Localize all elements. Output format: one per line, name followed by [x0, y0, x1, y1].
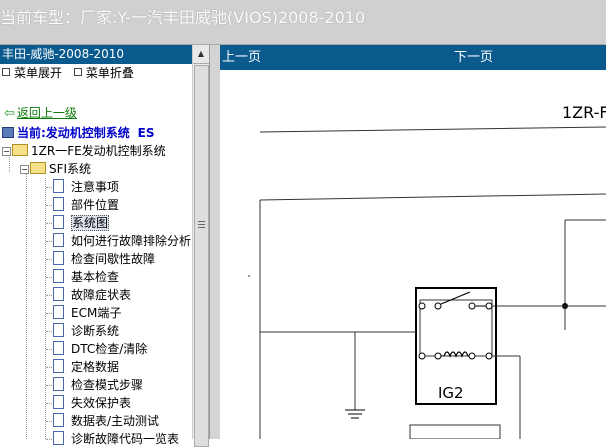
- document-icon: [53, 305, 64, 319]
- relay-label: IG2: [438, 384, 464, 402]
- tree-item-label: 数据表/主动测试: [71, 414, 160, 428]
- document-icon: [53, 431, 64, 445]
- document-icon: [53, 413, 64, 427]
- scrollbar-thumb[interactable]: [194, 65, 209, 447]
- document-icon: [53, 179, 64, 193]
- tree-item-label: 诊断故障代码一览表: [71, 432, 180, 446]
- tree-item[interactable]: ECM端子: [53, 305, 121, 321]
- tree-item[interactable]: DTC检查/清除: [53, 341, 147, 357]
- tree-item[interactable]: 如何进行故障排除分析: [53, 233, 191, 249]
- collapse-icon: −: [20, 165, 29, 174]
- tree-item-label: 检查间歇性故障: [71, 252, 156, 266]
- tree-item[interactable]: 定格数据: [53, 359, 119, 375]
- document-icon: [53, 341, 64, 355]
- document-icon: [53, 287, 64, 301]
- tree-item[interactable]: 故障症状表: [53, 287, 131, 303]
- tree-item-label: 系统图: [71, 215, 110, 231]
- document-icon: [53, 377, 64, 391]
- tree-item[interactable]: 失效保护表: [53, 395, 131, 411]
- collapse-icon: −: [2, 147, 11, 156]
- tree-item[interactable]: 诊断故障代码一览表: [53, 431, 179, 447]
- tree-node-engine-control[interactable]: −1ZR一FE发动机控制系统: [2, 143, 166, 159]
- expand-menu-button[interactable]: 菜单展开: [0, 66, 62, 80]
- square-icon: [73, 68, 82, 76]
- next-page-link[interactable]: 下一页: [454, 45, 493, 70]
- grip-icon: [198, 221, 205, 222]
- tree-item-label: 检查模式步骤: [71, 378, 144, 392]
- tree-item-label: DTC检查/清除: [71, 342, 148, 356]
- tree-item[interactable]: 系统图: [53, 215, 110, 231]
- tree-item[interactable]: 部件位置: [53, 197, 119, 213]
- prev-page-link[interactable]: 上一页: [222, 45, 261, 70]
- document-icon: [53, 251, 64, 265]
- current-system-node[interactable]: 当前:发动机控制系统 ES: [2, 125, 154, 141]
- tree-node-sfi[interactable]: − SFI系统: [20, 161, 91, 177]
- engine-label: 1ZR-FE: [562, 103, 606, 122]
- computer-icon: [2, 127, 14, 138]
- window-title-bar: 当前车型：厂家:Y-一汽丰田威驰(VIOS)2008-2010: [0, 0, 606, 45]
- tree-scrollbar[interactable]: ▲: [192, 45, 209, 447]
- system-wiring-diagram: 1ZR-FE IG2: [248, 103, 606, 439]
- tree-item[interactable]: 检查模式步骤: [53, 377, 143, 393]
- tree-item-label: 故障症状表: [71, 288, 132, 302]
- tree-item-label: 注意事项: [71, 180, 120, 194]
- tree-item[interactable]: 基本检查: [53, 269, 119, 285]
- document-icon: [53, 233, 64, 247]
- folder-open-icon: [12, 144, 28, 156]
- tree-item[interactable]: 检查间歇性故障: [53, 251, 155, 267]
- document-icon: [53, 197, 64, 211]
- tree-item[interactable]: 注意事项: [53, 179, 119, 195]
- content-panel: 上一页 下一页 1ZR-FE IG2: [220, 45, 606, 439]
- folder-open-icon: [30, 162, 46, 174]
- tree-item-label: 失效保护表: [71, 396, 132, 410]
- page-nav-bar: 上一页 下一页: [220, 45, 606, 70]
- document-icon: [53, 395, 64, 409]
- document-icon: [53, 269, 64, 283]
- tree-item-label: 部件位置: [71, 198, 120, 212]
- tree-item-label: 如何进行故障排除分析: [71, 234, 192, 248]
- scroll-up-icon[interactable]: ▲: [193, 45, 209, 64]
- model-header: 丰田-威驰-2008-2010: [0, 45, 192, 64]
- document-icon: [53, 359, 64, 373]
- tree-item[interactable]: 数据表/主动测试: [53, 413, 159, 429]
- document-icon: [53, 215, 64, 229]
- tree-item[interactable]: 诊断系统: [53, 323, 119, 339]
- tree-item-label: 定格数据: [71, 360, 120, 374]
- collapse-menu-button[interactable]: 菜单折叠: [72, 66, 134, 80]
- tree-menu-bar: 菜单展开 菜单折叠: [0, 64, 192, 83]
- back-arrow-icon: ⇦: [4, 106, 15, 121]
- back-link[interactable]: ⇦ 返回上一级: [4, 104, 77, 121]
- square-icon: [2, 68, 10, 76]
- tree-item-label: ECM端子: [71, 306, 122, 320]
- window-title: 当前车型：厂家:Y-一汽丰田威驰(VIOS)2008-2010: [0, 8, 366, 27]
- tree-item-label: 诊断系统: [71, 324, 120, 338]
- document-icon: [53, 323, 64, 337]
- tree-item-label: 基本检查: [71, 270, 120, 284]
